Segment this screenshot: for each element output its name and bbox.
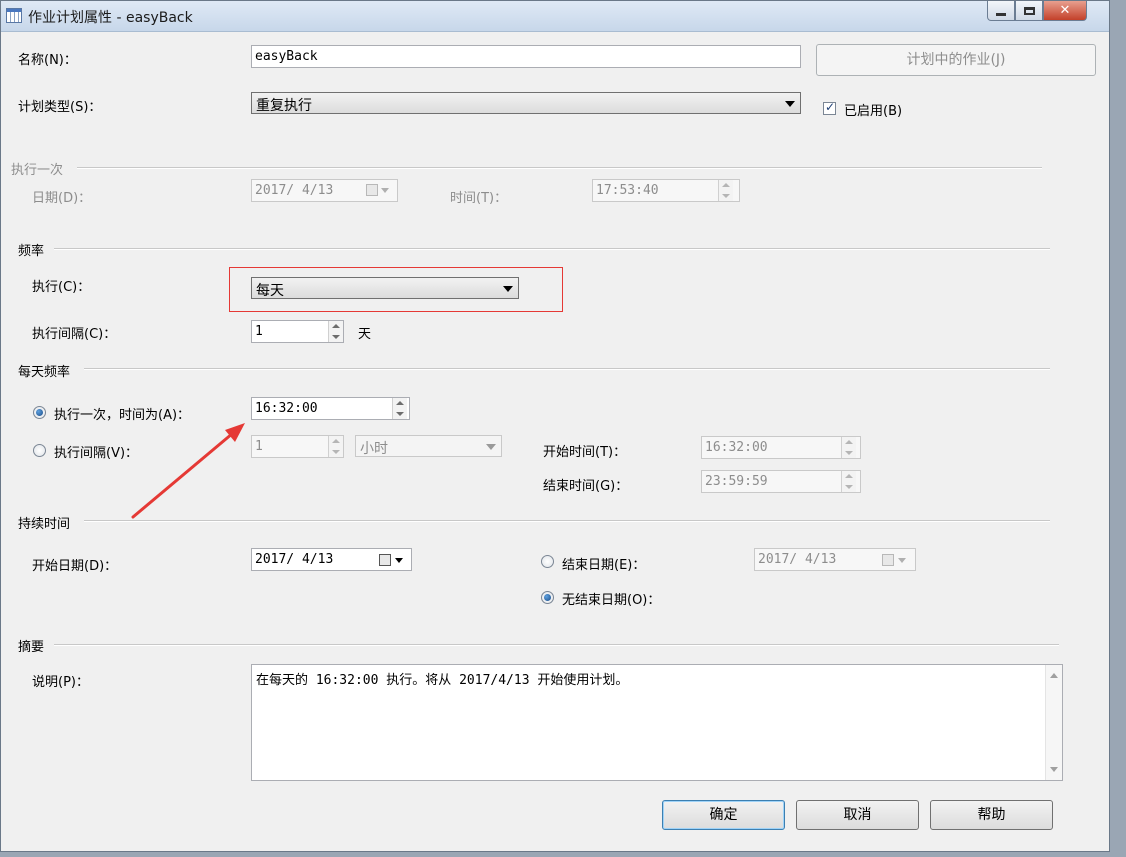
scroll-down-icon[interactable]	[1050, 767, 1058, 772]
schedule-type-select[interactable]: 重复执行	[251, 92, 801, 114]
spin-buttons[interactable]	[841, 471, 856, 492]
daily-frequency-section-title: 每天频率	[18, 365, 71, 380]
name-input[interactable]: easyBack	[251, 45, 801, 68]
enabled-label: 已启用(B)	[844, 104, 903, 119]
divider	[77, 167, 1042, 169]
maximize-button[interactable]	[1015, 1, 1043, 21]
calendar-icon[interactable]	[379, 554, 391, 566]
spin-buttons[interactable]	[841, 437, 856, 458]
title-bar[interactable]: 作业计划属性 - easyBack ✕	[1, 1, 1109, 32]
no-end-date-radio[interactable]	[541, 591, 554, 604]
spin-buttons[interactable]	[328, 436, 343, 457]
cancel-button[interactable]: 取消	[796, 800, 919, 830]
schedule-properties-dialog: 作业计划属性 - easyBack ✕ 名称(N)： easyBack 计划中的…	[0, 0, 1110, 852]
end-time-label: 结束时间(G)：	[543, 479, 629, 494]
occurs-once-radio[interactable]	[33, 406, 46, 419]
one-time-time-label: 时间(T)：	[450, 191, 508, 206]
end-date-radio[interactable]	[541, 555, 554, 568]
start-date-label: 开始日期(D)：	[32, 559, 118, 574]
name-label: 名称(N)：	[18, 53, 77, 68]
window-title: 作业计划属性 - easyBack	[28, 10, 193, 26]
occurs-once-time-input[interactable]: 16:32:00	[251, 397, 410, 420]
scroll-up-icon[interactable]	[1050, 673, 1058, 678]
vertical-scrollbar[interactable]	[1045, 665, 1062, 780]
one-time-time-value: 17:53:40	[596, 183, 659, 198]
divider	[54, 644, 1059, 646]
occurs-value: 每天	[256, 283, 284, 299]
annotation-arrow-shaft	[131, 426, 241, 519]
minimize-button[interactable]	[987, 1, 1015, 21]
schedule-type-value: 重复执行	[256, 98, 312, 114]
minimize-icon	[996, 13, 1006, 16]
chevron-down-icon	[785, 101, 795, 107]
occurs-every-radio[interactable]	[33, 444, 46, 457]
description-textarea[interactable]: 在每天的 16:32:00 执行。将从 2017/4/13 开始使用计划。	[251, 664, 1063, 781]
chevron-down-icon	[898, 558, 906, 563]
recurs-label: 执行间隔(C)：	[32, 327, 117, 342]
occurs-every-unit-value: 小时	[360, 441, 388, 457]
end-date-value: 2017/ 4/13	[758, 552, 837, 567]
chevron-down-icon	[486, 444, 496, 450]
one-time-section-title: 执行一次	[11, 163, 64, 178]
spin-buttons[interactable]	[718, 180, 733, 201]
chevron-down-icon	[503, 286, 513, 292]
start-time-value: 16:32:00	[705, 440, 768, 455]
divider	[84, 368, 1050, 370]
end-time-value: 23:59:59	[705, 474, 768, 489]
occurs-label: 执行(C)：	[32, 280, 91, 295]
occurs-once-time-value: 16:32:00	[255, 401, 318, 416]
summary-section-title: 摘要	[18, 640, 45, 655]
end-time-input[interactable]: 23:59:59	[701, 470, 861, 493]
recurs-unit: 天	[358, 327, 372, 342]
calendar-icon	[366, 184, 378, 196]
frequency-section-title: 频率	[18, 244, 45, 259]
divider	[54, 248, 1050, 250]
chevron-down-icon[interactable]	[395, 558, 403, 563]
annotation-arrow	[131, 423, 245, 519]
spin-buttons[interactable]	[392, 398, 407, 419]
spin-buttons[interactable]	[328, 321, 343, 342]
start-time-input[interactable]: 16:32:00	[701, 436, 861, 459]
close-button[interactable]: ✕	[1043, 1, 1087, 21]
calendar-icon	[882, 554, 894, 566]
schedule-type-label: 计划类型(S)：	[18, 100, 102, 115]
start-time-label: 开始时间(T)：	[543, 445, 627, 460]
one-time-date-label: 日期(D)：	[32, 191, 92, 206]
maximize-icon	[1023, 6, 1035, 15]
jobs-in-schedule-button[interactable]: 计划中的作业(J)	[816, 44, 1096, 76]
calendar-app-icon	[6, 8, 22, 23]
start-date-value: 2017/ 4/13	[255, 552, 334, 567]
description-label: 说明(P)：	[32, 675, 89, 690]
help-button[interactable]: 帮助	[930, 800, 1053, 830]
occurs-every-unit-select[interactable]: 小时	[355, 435, 502, 457]
ok-button[interactable]: 确定	[662, 800, 785, 830]
one-time-date-value: 2017/ 4/13	[255, 183, 334, 198]
recurs-value: 1	[255, 324, 263, 339]
duration-section-title: 持续时间	[18, 517, 71, 532]
description-text: 在每天的 16:32:00 执行。将从 2017/4/13 开始使用计划。	[256, 673, 629, 688]
end-date-label: 结束日期(E)：	[562, 558, 646, 573]
enabled-checkbox[interactable]	[823, 100, 836, 115]
occurs-select[interactable]: 每天	[251, 277, 519, 299]
close-icon: ✕	[1059, 3, 1071, 18]
no-end-date-label: 无结束日期(O)：	[562, 593, 661, 608]
chevron-down-icon	[381, 188, 389, 193]
